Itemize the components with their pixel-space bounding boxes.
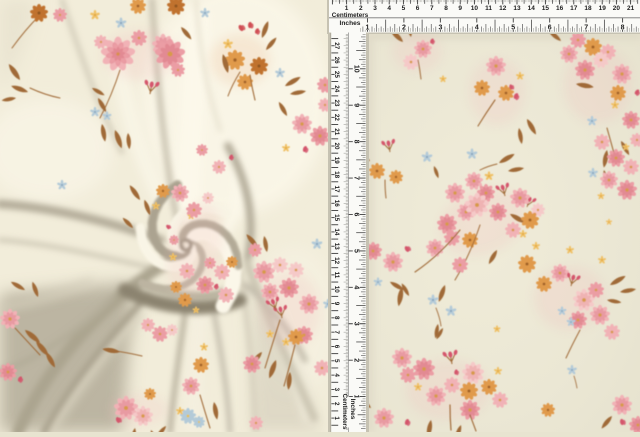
svg-text:8: 8 (621, 24, 625, 31)
svg-text:2: 2 (402, 24, 406, 31)
svg-text:10: 10 (333, 286, 340, 294)
svg-text:18: 18 (584, 5, 592, 12)
svg-text:1: 1 (333, 416, 340, 420)
svg-text:27: 27 (333, 42, 340, 50)
svg-text:2: 2 (333, 402, 340, 406)
svg-text:10: 10 (471, 5, 479, 12)
svg-text:4: 4 (352, 285, 359, 289)
svg-text:15: 15 (333, 214, 340, 222)
svg-text:3: 3 (373, 5, 377, 12)
svg-text:1: 1 (365, 24, 369, 31)
svg-text:8: 8 (333, 316, 340, 320)
svg-text:5: 5 (511, 24, 515, 31)
svg-text:20: 20 (613, 5, 621, 12)
svg-text:10: 10 (352, 65, 359, 73)
svg-text:15: 15 (542, 5, 550, 12)
svg-text:3: 3 (333, 388, 340, 392)
svg-text:Centimeters: Centimeters (341, 394, 348, 430)
svg-text:7: 7 (430, 5, 434, 12)
svg-text:17: 17 (570, 5, 578, 12)
svg-text:16: 16 (556, 5, 564, 12)
svg-text:21: 21 (333, 128, 340, 136)
svg-text:8: 8 (444, 5, 448, 12)
svg-text:9: 9 (458, 5, 462, 12)
svg-text:4: 4 (333, 373, 340, 377)
svg-text:19: 19 (599, 5, 607, 12)
svg-text:2: 2 (359, 5, 363, 12)
svg-text:9: 9 (352, 103, 359, 107)
svg-text:3: 3 (438, 24, 442, 31)
svg-text:14: 14 (528, 5, 536, 12)
svg-text:7: 7 (352, 176, 359, 180)
svg-text:3: 3 (352, 322, 359, 326)
svg-text:19: 19 (333, 157, 340, 165)
svg-text:11: 11 (485, 5, 492, 12)
svg-text:2: 2 (352, 358, 359, 362)
svg-text:1: 1 (345, 5, 349, 12)
svg-text:21: 21 (627, 5, 635, 12)
svg-text:Inches: Inches (340, 20, 361, 27)
svg-text:6: 6 (548, 24, 552, 31)
svg-text:6: 6 (333, 345, 340, 349)
svg-text:26: 26 (333, 57, 340, 65)
svg-text:25: 25 (333, 71, 340, 79)
svg-text:5: 5 (352, 249, 359, 253)
svg-text:20: 20 (333, 142, 340, 150)
svg-text:14: 14 (333, 228, 340, 236)
svg-text:4: 4 (475, 24, 479, 31)
svg-text:17: 17 (333, 185, 340, 193)
svg-text:24: 24 (333, 85, 340, 93)
svg-text:Inches: Inches (349, 399, 356, 420)
svg-text:6: 6 (352, 213, 359, 217)
svg-text:13: 13 (333, 243, 340, 251)
svg-text:5: 5 (333, 359, 340, 363)
svg-text:16: 16 (333, 200, 340, 208)
svg-text:9: 9 (333, 302, 340, 306)
svg-text:13: 13 (513, 5, 521, 12)
svg-text:4: 4 (387, 5, 391, 12)
svg-text:5: 5 (402, 5, 406, 12)
svg-text:6: 6 (416, 5, 420, 12)
svg-text:7: 7 (584, 24, 588, 31)
svg-text:22: 22 (333, 114, 340, 122)
svg-text:7: 7 (333, 330, 340, 334)
svg-text:12: 12 (333, 257, 340, 265)
svg-text:12: 12 (499, 5, 507, 12)
svg-text:11: 11 (333, 272, 340, 279)
svg-text:8: 8 (352, 140, 359, 144)
svg-text:23: 23 (333, 99, 340, 107)
svg-text:18: 18 (333, 171, 340, 179)
